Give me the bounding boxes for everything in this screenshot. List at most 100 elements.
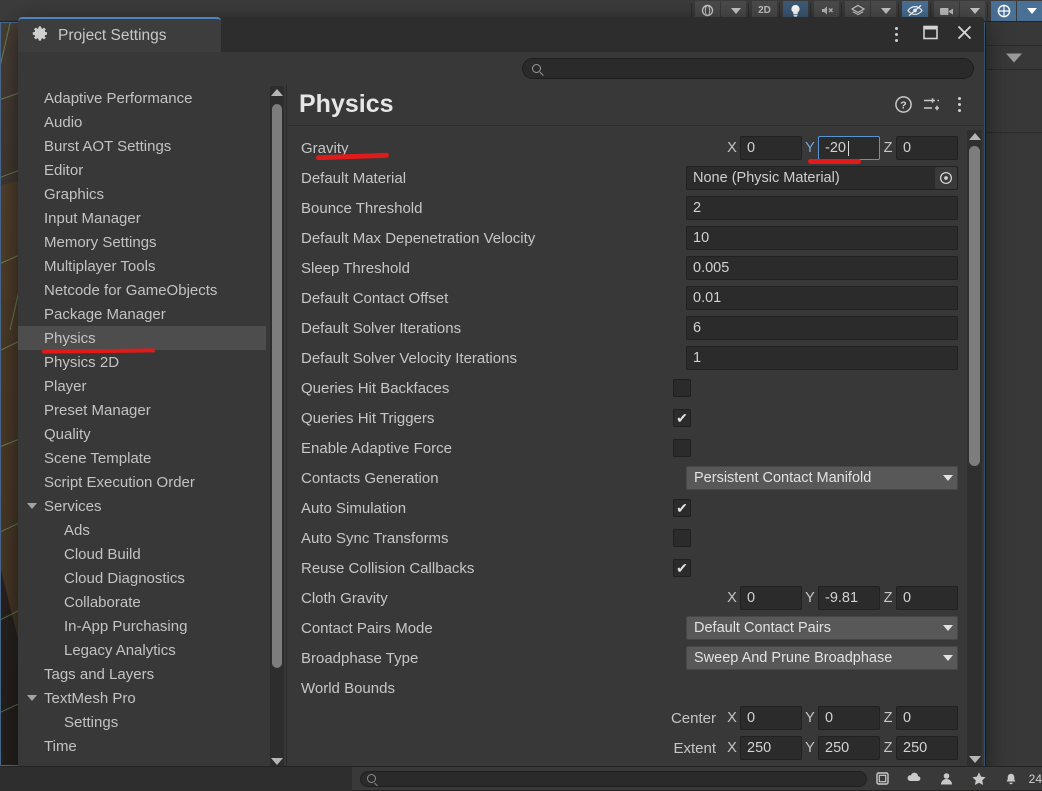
help-icon[interactable]: ? — [892, 94, 914, 116]
cloth-gravity-y-input[interactable]: -9.81 — [818, 586, 880, 610]
field-row-contacts-generation: Contacts GenerationPersistent Contact Ma… — [287, 463, 964, 493]
sidebar-item-services[interactable]: Services — [18, 494, 266, 518]
sidebar-item-audio[interactable]: Audio — [18, 110, 266, 134]
collab-button[interactable] — [899, 768, 931, 790]
sidebar-item-in-app-purchasing[interactable]: In-App Purchasing — [18, 614, 266, 638]
sidebar-item-burst-aot-settings[interactable]: Burst AOT Settings — [18, 134, 266, 158]
close-icon — [956, 24, 973, 46]
sidebar-item-input-manager[interactable]: Input Manager — [18, 206, 266, 230]
notification-count: 24 — [1029, 772, 1042, 786]
world-bounds-center-y-input[interactable]: 0 — [818, 706, 880, 730]
sidebar-item-time[interactable]: Time — [18, 734, 266, 758]
default-max-depenetration-velocity-input[interactable]: 10 — [686, 226, 958, 250]
cloth-gravity-x-input[interactable]: 0 — [740, 586, 802, 610]
contacts-generation-dropdown[interactable]: Persistent Contact Manifold — [686, 466, 958, 490]
sidebar-item-scene-template[interactable]: Scene Template — [18, 446, 266, 470]
scroll-up-icon[interactable] — [969, 133, 981, 140]
sidebar-item-legacy-analytics[interactable]: Legacy Analytics — [18, 638, 266, 662]
detail-scroll-track[interactable] — [967, 142, 982, 754]
chevron-down-icon[interactable] — [27, 503, 37, 509]
world-bounds-extent-z-input[interactable]: 250 — [896, 736, 958, 760]
gravity-x-input[interactable]: 0 — [740, 136, 802, 160]
window-close-button[interactable] — [954, 25, 974, 45]
sidebar-item-cloud-build[interactable]: Cloud Build — [18, 542, 266, 566]
sidebar-item-settings[interactable]: Settings — [18, 710, 266, 734]
sidebar-item-multiplayer-tools[interactable]: Multiplayer Tools — [18, 254, 266, 278]
settings-category-sidebar: Adaptive PerformanceAudioBurst AOT Setti… — [18, 84, 287, 770]
favorite-button[interactable] — [963, 768, 995, 790]
cloth-gravity-axis-label-z: Z — [880, 590, 896, 606]
gear-icon — [32, 25, 49, 47]
sidebar-item-script-execution-order[interactable]: Script Execution Order — [18, 470, 266, 494]
bottom-search-field[interactable] — [360, 771, 867, 787]
field-row-world-bounds-center: CenterX0 Y0 Z0 — [287, 703, 964, 733]
chevron-down-icon — [943, 625, 953, 631]
reuse-collision-callbacks-checkbox[interactable]: ✔ — [673, 559, 691, 577]
sidebar-scrollbar[interactable] — [270, 86, 284, 768]
sidebar-item-physics-2d[interactable]: Physics 2D — [18, 350, 266, 374]
detail-scrollbar[interactable] — [967, 130, 982, 766]
tab-project-settings[interactable]: Project Settings — [18, 17, 221, 52]
broadphase-type-dropdown[interactable]: Sweep And Prune Broadphase — [686, 646, 958, 670]
scroll-down-icon[interactable] — [271, 758, 283, 765]
queries-hit-backfaces-checkbox[interactable] — [673, 379, 691, 397]
sidebar-item-adaptive-performance[interactable]: Adaptive Performance — [18, 86, 266, 110]
sidebar-item-physics[interactable]: Physics — [18, 326, 266, 350]
queries-hit-triggers-checkbox[interactable]: ✔ — [673, 409, 691, 427]
sidebar-scroll-track[interactable] — [270, 98, 284, 756]
sidebar-item-package-manager[interactable]: Package Manager — [18, 302, 266, 326]
sidebar-item-textmesh-pro[interactable]: TextMesh Pro — [18, 686, 266, 710]
sidebar-item-cloud-diagnostics[interactable]: Cloud Diagnostics — [18, 566, 266, 590]
contact-pairs-mode-dropdown[interactable]: Default Contact Pairs — [686, 616, 958, 640]
account-button[interactable] — [931, 768, 963, 790]
sidebar-item-player[interactable]: Player — [18, 374, 266, 398]
search-input[interactable] — [547, 61, 964, 75]
sidebar-item-tags-and-layers[interactable]: Tags and Layers — [18, 662, 266, 686]
default-material-object-field[interactable]: None (Physic Material) — [686, 166, 958, 190]
auto-simulation-checkbox[interactable]: ✔ — [673, 499, 691, 517]
gravity-y-input[interactable]: -20 — [818, 136, 880, 160]
search-field-container[interactable] — [522, 58, 974, 79]
cloth-gravity-z-input[interactable]: 0 — [896, 586, 958, 610]
default-solver-velocity-iterations-input[interactable]: 1 — [686, 346, 958, 370]
world-bounds-extent-y-input[interactable]: 250 — [818, 736, 880, 760]
scroll-up-icon[interactable] — [271, 89, 283, 96]
sleep-threshold-input[interactable]: 0.005 — [686, 256, 958, 280]
right-dock-dropdown-row[interactable] — [986, 46, 1042, 70]
window-maximize-button[interactable] — [920, 25, 940, 45]
kebab-menu-icon[interactable] — [948, 94, 970, 116]
queries-hit-backfaces-label: Queries Hit Backfaces — [301, 380, 673, 397]
sidebar-item-label: Physics — [44, 330, 96, 347]
save-layout-button[interactable] — [867, 768, 899, 790]
default-solver-iterations-input[interactable]: 6 — [686, 316, 958, 340]
auto-sync-transforms-checkbox[interactable] — [673, 529, 691, 547]
world-bounds-extent-x-input[interactable]: 250 — [740, 736, 802, 760]
sidebar-item-ads[interactable]: Ads — [18, 518, 266, 542]
object-picker-icon[interactable] — [935, 167, 957, 189]
sidebar-item-preset-manager[interactable]: Preset Manager — [18, 398, 266, 422]
value-text: 0 — [747, 710, 755, 726]
sidebar-item-graphics[interactable]: Graphics — [18, 182, 266, 206]
scroll-down-icon[interactable] — [969, 756, 981, 763]
sidebar-scroll-thumb[interactable] — [272, 104, 282, 668]
field-row-default-material: Default MaterialNone (Physic Material) — [287, 163, 964, 193]
sidebar-item-collaborate[interactable]: Collaborate — [18, 590, 266, 614]
bounce-threshold-input[interactable]: 2 — [686, 196, 958, 220]
sidebar-item-label: Services — [44, 498, 102, 515]
world-bounds-center-z-input[interactable]: 0 — [896, 706, 958, 730]
gravity-z-input[interactable]: 0 — [896, 136, 958, 160]
gizmos-button[interactable] — [990, 1, 1016, 21]
sidebar-item-editor[interactable]: Editor — [18, 158, 266, 182]
enable-adaptive-force-checkbox[interactable] — [673, 439, 691, 457]
gizmos-dropdown-caret[interactable] — [1016, 1, 1042, 21]
sidebar-item-netcode-for-gameobjects[interactable]: Netcode for GameObjects — [18, 278, 266, 302]
world-bounds-center-x-input[interactable]: 0 — [740, 706, 802, 730]
sidebar-item-quality[interactable]: Quality — [18, 422, 266, 446]
default-contact-offset-input[interactable]: 0.01 — [686, 286, 958, 310]
window-menu-button[interactable] — [886, 25, 906, 45]
sidebar-item-memory-settings[interactable]: Memory Settings — [18, 230, 266, 254]
chevron-down-icon[interactable] — [27, 695, 37, 701]
notification-button[interactable] — [995, 768, 1027, 790]
detail-scroll-thumb[interactable] — [969, 146, 980, 466]
preset-icon[interactable] — [920, 94, 942, 116]
